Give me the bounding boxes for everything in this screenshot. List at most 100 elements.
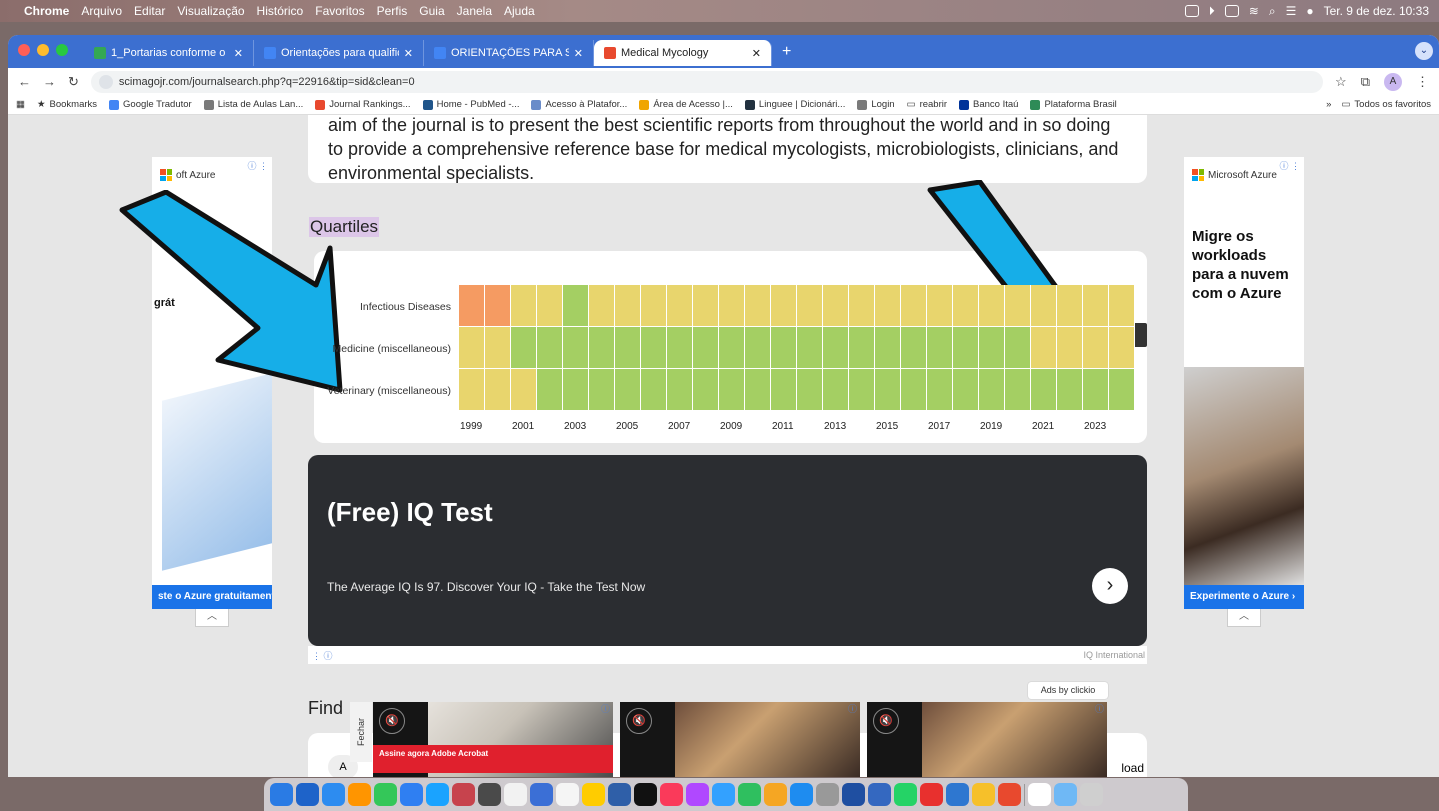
ad-info-icon[interactable]: ⓘ ⋮	[1279, 159, 1300, 172]
heatmap-cell[interactable]	[875, 369, 901, 411]
ad-source[interactable]: IQ International	[1083, 650, 1145, 660]
menu-item-arquivo[interactable]: Arquivo	[81, 4, 122, 18]
dock-app-icon[interactable]	[348, 783, 371, 806]
heatmap-cell[interactable]	[589, 327, 615, 369]
dock-app-icon[interactable]	[946, 783, 969, 806]
close-window-button[interactable]	[18, 44, 30, 56]
tab-search-icon[interactable]: ⌄	[1415, 42, 1433, 60]
kebab-menu-icon[interactable]: ⋮	[1416, 74, 1429, 90]
dock-app-icon[interactable]	[400, 783, 423, 806]
heatmap-cell[interactable]	[589, 369, 615, 411]
dock-app-icon[interactable]	[972, 783, 995, 806]
heatmap-cell[interactable]	[1083, 285, 1109, 327]
bookmark-folder[interactable]: ▭ reabrir	[907, 99, 947, 110]
heatmap-cell[interactable]	[615, 369, 641, 411]
heatmap-cell[interactable]	[875, 327, 901, 369]
heatmap-cell[interactable]	[901, 327, 927, 369]
chevron-right-icon[interactable]: ›	[1092, 568, 1128, 604]
heatmap-cell[interactable]	[615, 285, 641, 327]
new-tab-button[interactable]: +	[772, 43, 801, 61]
heatmap-cell[interactable]	[823, 369, 849, 411]
ad-info-icon[interactable]: ⓘ ⋮	[247, 159, 268, 172]
heatmap-cell[interactable]	[459, 327, 485, 369]
ad-info-icon[interactable]: ⓘ	[601, 702, 610, 715]
video-ad-2[interactable]: 🔇 ⓘ	[620, 702, 860, 777]
menu-item-editar[interactable]: Editar	[134, 4, 165, 18]
site-settings-icon[interactable]	[98, 74, 113, 89]
ad-subtitle[interactable]: The Average IQ Is 97. Discover Your IQ -…	[327, 580, 645, 594]
heatmap-cell[interactable]	[901, 369, 927, 411]
right-side-ad[interactable]: Microsoft Azure ⓘ ⋮ Migre os workloads p…	[1184, 157, 1304, 609]
heatmap-cell[interactable]	[719, 327, 745, 369]
heatmap-cell[interactable]	[771, 285, 797, 327]
battery-icon[interactable]	[1224, 5, 1239, 17]
heatmap-cell[interactable]	[953, 327, 979, 369]
heatmap-cell[interactable]	[1005, 327, 1031, 369]
heatmap-cell[interactable]	[485, 285, 511, 327]
heatmap-cell[interactable]	[719, 285, 745, 327]
bookmark-item[interactable]: Lista de Aulas Lan...	[203, 99, 303, 110]
dock-app-icon[interactable]	[816, 783, 839, 806]
heatmap-cell[interactable]	[615, 327, 641, 369]
dock-app-icon[interactable]	[998, 783, 1021, 806]
siri-icon[interactable]: ●	[1306, 4, 1313, 18]
dock-app-icon[interactable]	[530, 783, 553, 806]
heatmap-cell[interactable]	[459, 285, 485, 327]
dock-app-icon[interactable]	[764, 783, 787, 806]
extensions-icon[interactable]: ⧉	[1361, 74, 1370, 90]
heatmap-cell[interactable]	[797, 285, 823, 327]
heatmap-cell[interactable]	[1005, 285, 1031, 327]
close-ad-button[interactable]: Fechar	[350, 702, 372, 762]
heatmap-cell[interactable]	[537, 285, 563, 327]
close-tab-icon[interactable]: ✕	[404, 47, 413, 60]
heatmap-cell[interactable]	[1083, 327, 1109, 369]
heatmap-cell[interactable]	[927, 327, 953, 369]
heatmap-cell[interactable]	[745, 369, 771, 411]
wifi-icon[interactable]: ≋	[1249, 4, 1259, 18]
video-ad-3[interactable]: 🔇 ⓘ	[867, 702, 1107, 777]
heatmap-cell[interactable]	[641, 369, 667, 411]
ad-info-icon[interactable]: ⓘ	[848, 702, 857, 715]
heatmap-cell[interactable]	[849, 327, 875, 369]
heatmap-cell[interactable]	[927, 285, 953, 327]
heatmap-cell[interactable]	[563, 327, 589, 369]
heatmap-cell[interactable]	[823, 285, 849, 327]
heatmap-cell[interactable]	[485, 327, 511, 369]
ad-headline[interactable]: (Free) IQ Test	[327, 497, 493, 528]
menu-item-janela[interactable]: Janela	[457, 4, 492, 18]
bookmark-item[interactable]: Login	[857, 99, 895, 110]
forward-icon[interactable]: →	[43, 74, 56, 89]
iq-test-ad[interactable]: (Free) IQ Test The Average IQ Is 97. Dis…	[308, 455, 1147, 646]
zoom-window-button[interactable]	[56, 44, 68, 56]
heatmap-cell[interactable]	[797, 369, 823, 411]
reload-icon[interactable]: ↻	[68, 74, 79, 90]
menu-item-historico[interactable]: Histórico	[257, 4, 304, 18]
more-bookmarks-button[interactable]: »	[1326, 99, 1331, 110]
ad-info-icon[interactable]: ⓘ	[1095, 702, 1104, 715]
heatmap-cell[interactable]	[719, 369, 745, 411]
heatmap-cell[interactable]	[1109, 327, 1135, 369]
url-text[interactable]: scimagojr.com/journalsearch.php?q=22916&…	[119, 76, 415, 88]
dock-app-icon[interactable]	[790, 783, 813, 806]
heatmap-cell[interactable]	[979, 327, 1005, 369]
heatmap-cell[interactable]	[485, 369, 511, 411]
dock-app-icon[interactable]	[842, 783, 865, 806]
ad-cta-button[interactable]: Experimente o Azure ›	[1184, 585, 1304, 609]
dock-app-icon[interactable]	[478, 783, 501, 806]
menu-item-perfis[interactable]: Perfis	[377, 4, 408, 18]
heatmap-cell[interactable]	[1031, 369, 1057, 411]
heatmap-cell[interactable]	[1109, 285, 1135, 327]
bookmark-item[interactable]: Acesso à Platafor...	[531, 99, 627, 110]
dock-app-icon[interactable]	[452, 783, 475, 806]
heatmap-cell[interactable]	[1083, 369, 1109, 411]
dock-app-icon[interactable]	[270, 783, 293, 806]
menu-item-ajuda[interactable]: Ajuda	[504, 4, 535, 18]
heatmap-cell[interactable]	[511, 285, 537, 327]
heatmap-cell[interactable]	[563, 369, 589, 411]
dock-app-icon[interactable]	[1080, 783, 1103, 806]
dock-app-icon[interactable]	[686, 783, 709, 806]
bookmark-item[interactable]: Área de Acesso |...	[639, 99, 733, 110]
heatmap-cell[interactable]	[537, 327, 563, 369]
dock-app-icon[interactable]	[374, 783, 397, 806]
dock-app-icon[interactable]	[296, 783, 319, 806]
